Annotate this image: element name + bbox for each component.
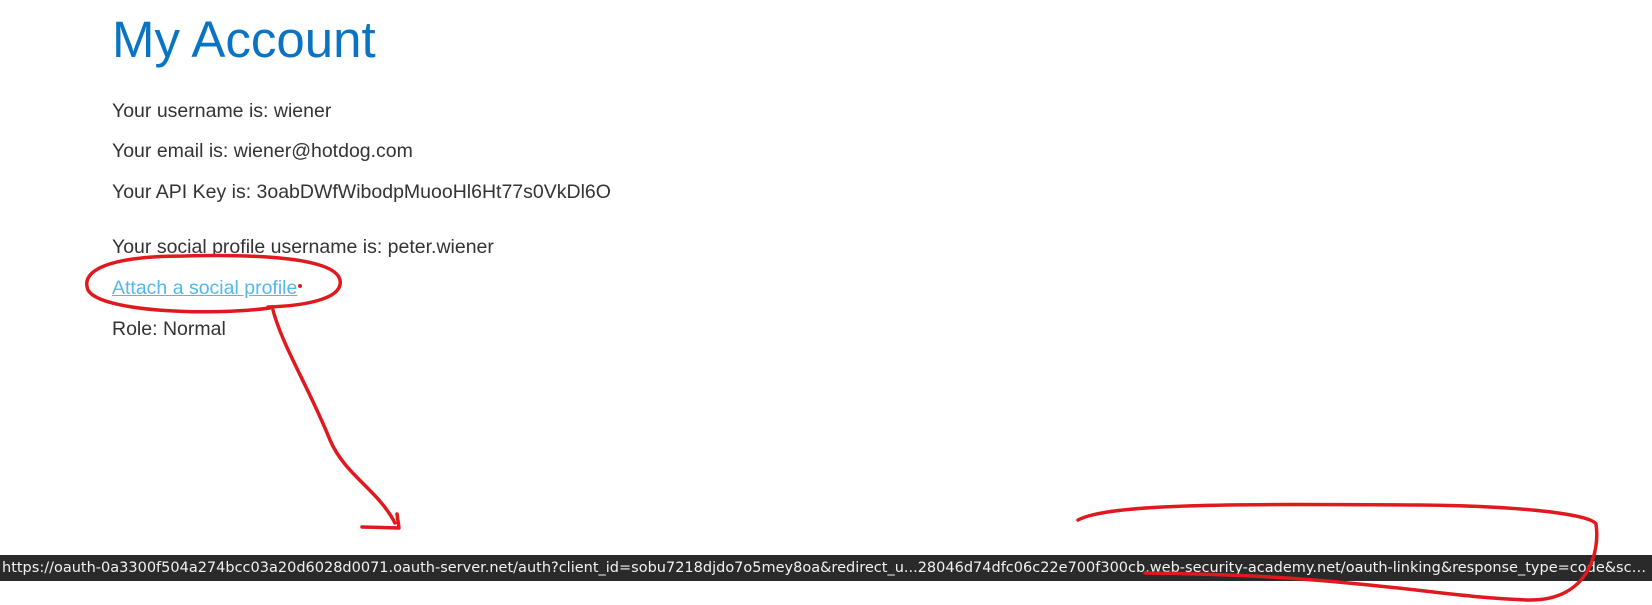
username-text: Your username is: wiener [112,100,332,122]
email-text: Your email is: wiener@hotdog.com [112,140,413,162]
annotation-circle-redirect [1076,502,1599,602]
attach-social-profile-link[interactable]: Attach a social profile [112,277,297,300]
annotation-arrow-line [271,308,397,525]
link-preview-status-bar: https://oauth-0a3300f504a274bcc03a20d602… [0,555,1652,581]
social-profile-text: Your social profile username is: peter.w… [112,236,494,258]
account-page: My Account Your username is: wiener Your… [0,0,1652,605]
role-text: Role: Normal [112,318,226,340]
annotation-arrow-head [360,512,401,530]
red-annotation-overlay [85,253,1599,602]
page-title: My Account [112,11,376,68]
api-key-text: Your API Key is: 3oabDWfWibodpMuooHl6Ht7… [112,181,611,203]
annotation-dot [298,284,302,288]
